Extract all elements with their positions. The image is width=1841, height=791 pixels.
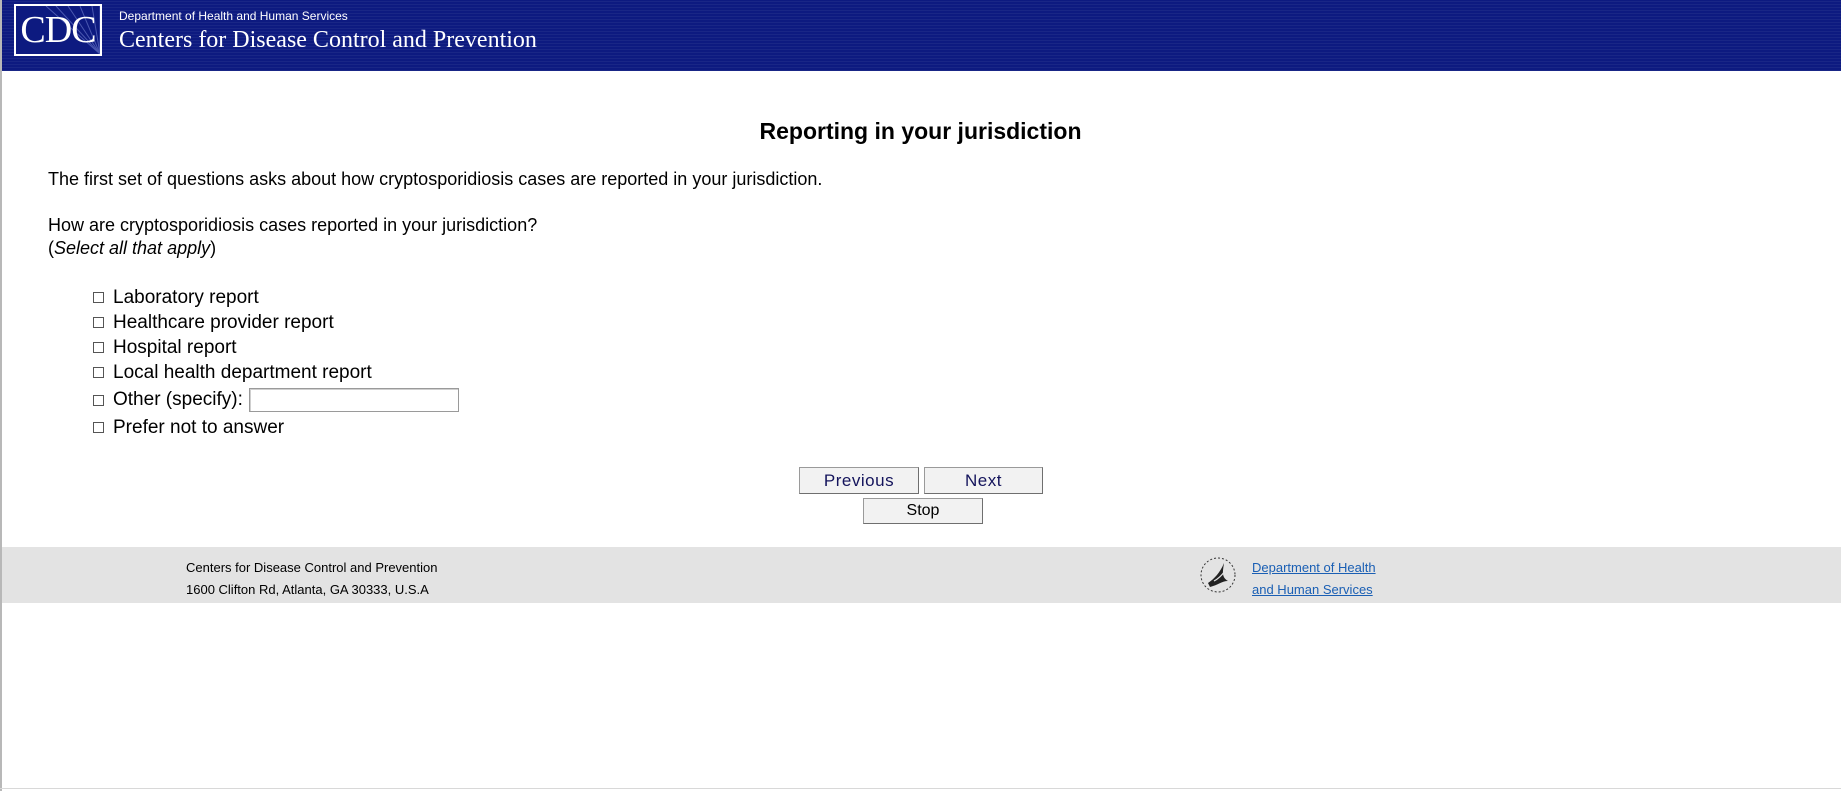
answer-options: Laboratory report Healthcare provider re…: [93, 285, 459, 440]
page-bottom-border: [0, 788, 1841, 789]
checkbox-laboratory-report[interactable]: [93, 292, 104, 303]
option-other: Other (specify):: [93, 385, 459, 415]
next-button[interactable]: Next: [924, 467, 1043, 494]
option-label[interactable]: Local health department report: [113, 362, 372, 384]
footer-address: 1600 Clifton Rd, Atlanta, GA 30333, U.S.…: [186, 582, 429, 597]
option-laboratory-report: Laboratory report: [93, 285, 459, 310]
other-specify-input[interactable]: [248, 388, 459, 412]
option-label[interactable]: Other (specify):: [113, 389, 243, 411]
agency-name: Centers for Disease Control and Preventi…: [119, 27, 537, 53]
hhs-eagle-icon[interactable]: [1198, 555, 1238, 595]
site-header: CDC Department of Health and Human Servi…: [2, 0, 1841, 71]
footer-org-name: Centers for Disease Control and Preventi…: [186, 560, 438, 575]
cdc-logo[interactable]: CDC: [14, 4, 102, 56]
hhs-link-continued[interactable]: and Human Services: [1252, 579, 1373, 601]
instruction-text: Select all that apply: [54, 238, 211, 258]
option-hospital-report: Hospital report: [93, 335, 459, 360]
checkbox-local-health-department-report[interactable]: [93, 367, 104, 378]
option-label[interactable]: Hospital report: [113, 337, 237, 359]
option-local-health-department-report: Local health department report: [93, 360, 459, 385]
intro-text: The first set of questions asks about ho…: [48, 169, 823, 189]
option-label[interactable]: Laboratory report: [113, 287, 259, 309]
stop-button[interactable]: Stop: [863, 498, 983, 524]
previous-button[interactable]: Previous: [799, 467, 919, 494]
question-block: How are cryptosporidiosis cases reported…: [48, 214, 537, 260]
department-name: Department of Health and Human Services: [119, 9, 348, 23]
checkbox-other[interactable]: [93, 394, 104, 406]
checkbox-prefer-not-to-answer[interactable]: [93, 422, 104, 433]
checkbox-hospital-report[interactable]: [93, 342, 104, 353]
question-text: How are cryptosporidiosis cases reported…: [48, 215, 538, 235]
option-healthcare-provider-report: Healthcare provider report: [93, 310, 459, 335]
checkbox-healthcare-provider-report[interactable]: [93, 317, 104, 328]
site-footer: Centers for Disease Control and Preventi…: [2, 547, 1841, 603]
option-label[interactable]: Healthcare provider report: [113, 312, 334, 334]
question-instruction: (Select all that apply): [48, 238, 217, 258]
option-label[interactable]: Prefer not to answer: [113, 417, 284, 439]
cdc-logo-text: CDC: [20, 9, 96, 51]
option-prefer-not-to-answer: Prefer not to answer: [93, 415, 459, 440]
page-title: Reporting in your jurisdiction: [759, 118, 1082, 144]
hhs-link[interactable]: Department of Health: [1252, 557, 1376, 579]
